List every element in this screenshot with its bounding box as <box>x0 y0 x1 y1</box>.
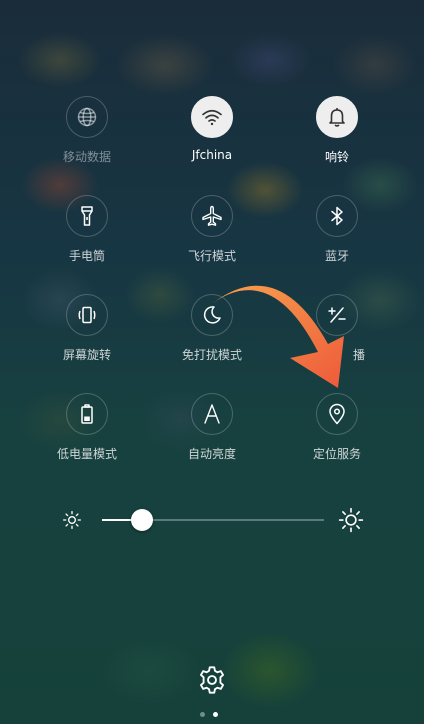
page-indicator <box>200 712 218 717</box>
brightness-high-icon <box>338 507 364 533</box>
curved-arrow-annotation <box>213 285 344 388</box>
page-dot-active[interactable] <box>213 712 218 717</box>
brightness-slider-thumb[interactable] <box>131 509 153 531</box>
settings-button[interactable] <box>196 664 228 696</box>
brightness-low-icon <box>63 511 82 529</box>
page-dot[interactable] <box>200 712 205 717</box>
brightness-slider[interactable] <box>102 509 324 531</box>
gear-icon <box>200 666 224 694</box>
